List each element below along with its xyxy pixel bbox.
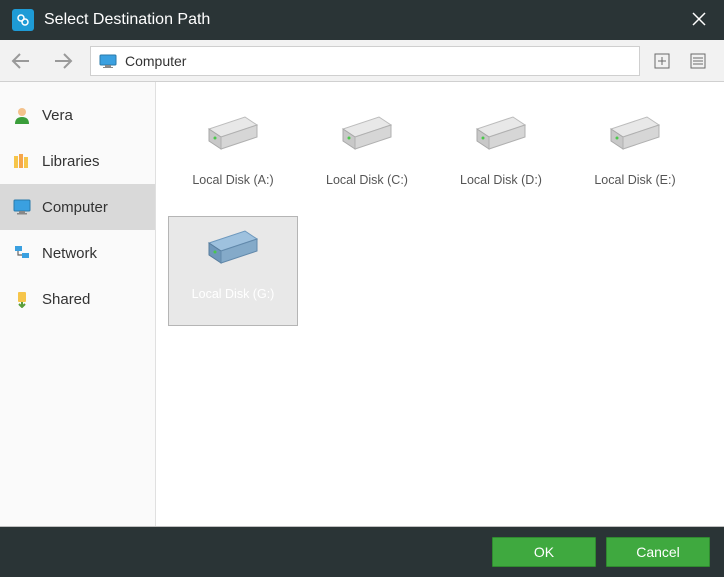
sidebar-item-label: Libraries	[42, 153, 100, 170]
drive-grid: Local Disk (A:) Local Disk (C:) Local Di…	[156, 82, 724, 526]
main-area: Vera Libraries Computer Network Shared	[0, 82, 724, 527]
sidebar-item-libraries[interactable]: Libraries	[0, 138, 155, 184]
close-icon	[692, 12, 706, 26]
drive-label: Local Disk (A:)	[192, 173, 273, 187]
shared-icon	[12, 289, 32, 309]
drive-item[interactable]: Local Disk (C:)	[302, 102, 432, 212]
disk-icon	[203, 229, 263, 269]
new-folder-button[interactable]	[646, 46, 678, 76]
network-icon	[12, 243, 32, 263]
drive-label: Local Disk (G:)	[192, 287, 275, 301]
list-icon	[690, 53, 706, 69]
arrow-right-icon	[51, 49, 75, 73]
library-icon	[12, 151, 32, 171]
sidebar-item-vera[interactable]: Vera	[0, 92, 155, 138]
disk-icon	[471, 115, 531, 155]
cancel-button[interactable]: Cancel	[606, 537, 710, 567]
monitor-icon	[99, 54, 117, 68]
sidebar-item-label: Computer	[42, 199, 108, 216]
breadcrumb[interactable]: Computer	[90, 46, 640, 76]
sidebar-item-label: Network	[42, 245, 97, 262]
window-title: Select Destination Path	[44, 11, 686, 29]
drive-item[interactable]: Local Disk (G:)	[168, 216, 298, 326]
sidebar-item-label: Shared	[42, 291, 90, 308]
navbar: Computer	[0, 40, 724, 82]
sidebar-item-shared[interactable]: Shared	[0, 276, 155, 322]
plus-box-icon	[654, 53, 670, 69]
drive-label: Local Disk (E:)	[594, 173, 675, 187]
view-list-button[interactable]	[682, 46, 714, 76]
drive-item[interactable]: Local Disk (A:)	[168, 102, 298, 212]
disk-icon	[605, 115, 665, 155]
sidebar-item-label: Vera	[42, 107, 73, 124]
arrow-left-icon	[9, 49, 33, 73]
sidebar-item-network[interactable]: Network	[0, 230, 155, 276]
back-button[interactable]	[0, 40, 42, 82]
app-icon	[12, 9, 34, 31]
drive-label: Local Disk (D:)	[460, 173, 542, 187]
sidebar-item-computer[interactable]: Computer	[0, 184, 155, 230]
titlebar: Select Destination Path	[0, 0, 724, 40]
close-button[interactable]	[686, 6, 712, 35]
ok-button[interactable]: OK	[492, 537, 596, 567]
drive-item[interactable]: Local Disk (E:)	[570, 102, 700, 212]
footer: OK Cancel	[0, 527, 724, 577]
forward-button[interactable]	[42, 40, 84, 82]
disk-icon	[203, 115, 263, 155]
breadcrumb-label: Computer	[125, 53, 186, 69]
drive-item[interactable]: Local Disk (D:)	[436, 102, 566, 212]
sidebar: Vera Libraries Computer Network Shared	[0, 82, 156, 526]
monitor-icon	[12, 197, 32, 217]
drive-label: Local Disk (C:)	[326, 173, 408, 187]
disk-icon	[337, 115, 397, 155]
user-icon	[12, 105, 32, 125]
